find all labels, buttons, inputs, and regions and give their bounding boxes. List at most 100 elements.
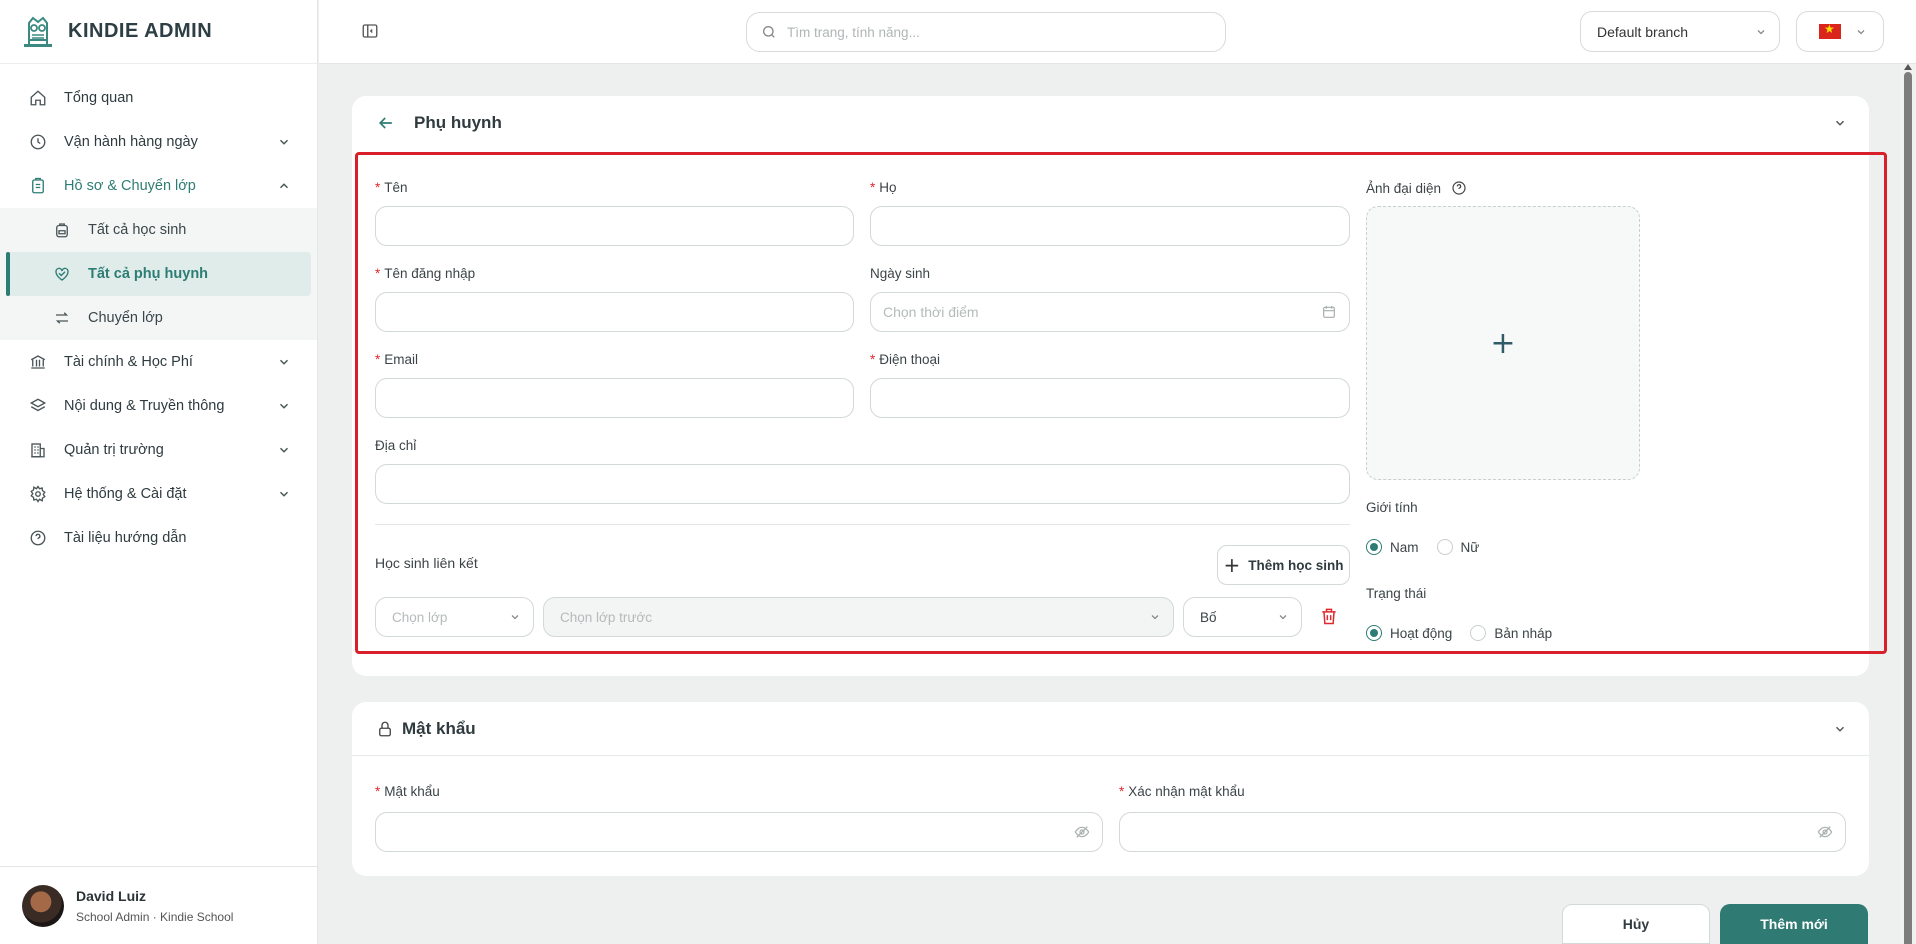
birthday-input[interactable] xyxy=(883,304,1321,320)
sidebar-item-label: Hồ sơ & Chuyển lớp xyxy=(64,178,196,194)
scrollbar-thumb[interactable] xyxy=(1904,72,1912,944)
gender-radio-male[interactable] xyxy=(1366,539,1382,555)
help-circle-icon xyxy=(28,528,48,548)
sidebar-item-overview[interactable]: Tổng quan xyxy=(0,76,317,120)
sidebar-item-all-students[interactable]: Tất cả học sinh xyxy=(6,208,311,252)
clipboard-icon xyxy=(28,176,48,196)
student-select: Chọn lớp trước xyxy=(543,597,1174,637)
gender-label: Giới tính xyxy=(1366,500,1418,515)
gender-option-label: Nữ xyxy=(1460,539,1480,555)
sidebar-item-docs[interactable]: Tài liệu hướng dẫn xyxy=(0,516,317,560)
search-box[interactable] xyxy=(746,12,1226,52)
trash-icon[interactable] xyxy=(1319,606,1339,626)
password-input[interactable] xyxy=(388,824,1074,840)
branch-select[interactable]: Default branch xyxy=(1580,11,1780,52)
sidebar-item-label: Nội dung & Truyền thông xyxy=(64,398,225,414)
relation-select-value: Bố xyxy=(1200,609,1217,625)
sidebar-item-content[interactable]: Nội dung & Truyền thông xyxy=(0,384,317,428)
language-select[interactable] xyxy=(1796,11,1884,52)
lock-icon xyxy=(379,721,391,736)
plus-icon: + xyxy=(1223,553,1241,577)
status-option-label: Bản nháp xyxy=(1494,625,1553,641)
birthday-label: Ngày sinh xyxy=(870,266,931,281)
address-field[interactable] xyxy=(375,464,1350,504)
chevron-down-icon xyxy=(279,359,289,365)
sidebar-item-finance[interactable]: Tài chính & Học Phí xyxy=(0,340,317,384)
sidebar-item-label: Chuyển lớp xyxy=(88,310,163,326)
avatar xyxy=(22,884,64,927)
search-input[interactable] xyxy=(787,24,1225,40)
eye-off-icon[interactable] xyxy=(1817,824,1833,840)
phone-field[interactable] xyxy=(870,378,1350,418)
status-label: Trạng thái xyxy=(1366,586,1427,601)
confirm-password-field[interactable] xyxy=(1119,812,1846,852)
divider xyxy=(375,524,1350,525)
password-label: * Mật khẩu xyxy=(375,784,440,799)
heart-hand-icon xyxy=(52,264,72,284)
sidebar-item-all-parents[interactable]: Tất cả phụ huynh xyxy=(6,252,311,296)
status-radio-draft[interactable] xyxy=(1470,625,1487,641)
sidebar-item-school-admin[interactable]: Quản trị trường xyxy=(0,428,317,472)
avatar-upload[interactable]: + xyxy=(1366,206,1640,480)
eye-off-icon[interactable] xyxy=(1074,824,1090,840)
status-option-label: Hoạt động xyxy=(1390,625,1453,641)
phone-input[interactable] xyxy=(883,390,1337,406)
search-icon xyxy=(763,26,775,38)
card-header: Mật khẩu xyxy=(352,702,1869,756)
page-title: Phụ huynh xyxy=(414,113,502,132)
user-role: School Admin · Kindie School xyxy=(76,909,234,924)
question-circle-icon[interactable] xyxy=(1451,180,1467,196)
email-field[interactable] xyxy=(375,378,854,418)
arrow-left-icon[interactable] xyxy=(376,113,396,133)
linked-students-label: Học sinh liên kết xyxy=(375,555,478,571)
user-profile[interactable]: David Luiz School Admin · Kindie School xyxy=(0,866,318,944)
sidebar-item-settings[interactable]: Hệ thống & Cài đặt xyxy=(0,472,317,516)
chevron-down-icon xyxy=(279,447,289,453)
username-input[interactable] xyxy=(388,304,841,320)
chevron-down-icon xyxy=(279,403,289,409)
phone-label: * Điện thoại xyxy=(870,352,941,367)
class-select[interactable]: Chọn lớp xyxy=(375,597,534,637)
vietnam-flag-icon xyxy=(1819,22,1841,39)
sidebar-item-label: Tài chính & Học Phí xyxy=(64,354,193,370)
relation-select[interactable]: Bố xyxy=(1183,597,1302,637)
gender-radio-female[interactable] xyxy=(1436,539,1453,555)
add-student-label: Thêm học sinh xyxy=(1248,557,1344,573)
cancel-button[interactable]: Hủy xyxy=(1562,904,1710,944)
last-name-field[interactable] xyxy=(870,206,1350,246)
confirm-password-input[interactable] xyxy=(1132,824,1817,840)
create-button[interactable]: Thêm mới xyxy=(1720,904,1868,944)
chevron-down-icon[interactable] xyxy=(1833,722,1847,736)
sidebar-item-label: Quản trị trường xyxy=(64,442,164,458)
topbar: Default branch xyxy=(319,0,1916,64)
swap-icon xyxy=(52,308,72,328)
address-label: Địa chỉ xyxy=(375,438,417,453)
first-name-field[interactable] xyxy=(375,206,854,246)
scroll-up-arrow[interactable] xyxy=(1904,64,1912,70)
add-student-button[interactable]: + Thêm học sinh xyxy=(1217,545,1350,585)
last-name-label: * Họ xyxy=(870,180,897,195)
sidebar-item-label: Tất cả phụ huynh xyxy=(88,266,209,282)
sidebar-item-label: Tài liệu hướng dẫn xyxy=(64,530,187,546)
sidebar-item-transfer-class[interactable]: Chuyển lớp xyxy=(6,296,311,340)
logo[interactable]: KINDIE ADMIN xyxy=(0,0,317,64)
first-name-label: * Tên xyxy=(375,180,408,195)
sidebar-toggle-icon[interactable] xyxy=(361,22,379,40)
scrollbar[interactable] xyxy=(1900,64,1916,944)
chevron-up-icon xyxy=(279,183,289,189)
sidebar: KINDIE ADMIN Tổng quan Vận hành hàng ngà… xyxy=(0,0,318,944)
chevron-down-icon[interactable] xyxy=(1833,116,1847,130)
first-name-input[interactable] xyxy=(388,218,841,234)
sidebar-item-daily-ops[interactable]: Vận hành hàng ngày xyxy=(0,120,317,164)
sidebar-item-records[interactable]: Hồ sơ & Chuyển lớp xyxy=(0,164,317,208)
status-radio-active[interactable] xyxy=(1366,625,1382,641)
address-input[interactable] xyxy=(388,476,1337,492)
username-field[interactable] xyxy=(375,292,854,332)
last-name-input[interactable] xyxy=(883,218,1337,234)
birthday-field[interactable] xyxy=(870,292,1350,332)
building-icon xyxy=(28,440,48,460)
home-icon xyxy=(28,88,48,108)
email-input[interactable] xyxy=(388,390,841,406)
password-field[interactable] xyxy=(375,812,1103,852)
class-select-placeholder: Chọn lớp xyxy=(392,609,448,625)
